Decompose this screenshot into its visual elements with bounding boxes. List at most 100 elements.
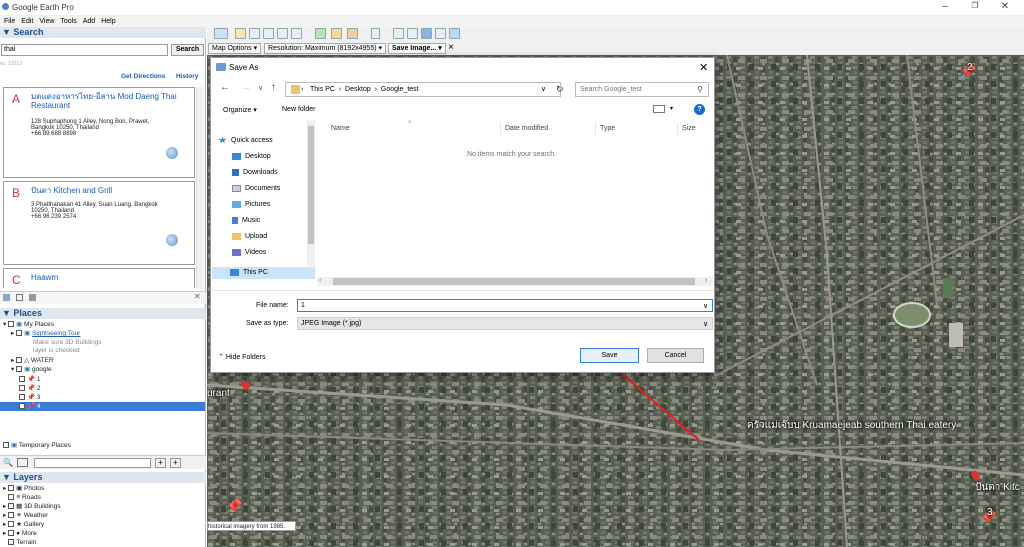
result-name[interactable]: มดแดงอาหารไทย-อีสาน Mod Daeng Thai Resta… — [31, 92, 191, 110]
nav-music[interactable]: Music — [232, 215, 260, 227]
column-size[interactable]: Size — [682, 125, 696, 132]
result-name[interactable]: Haawm — [31, 273, 191, 282]
tree-item[interactable]: ▣ Temporary Places — [3, 441, 71, 450]
dialog-search-input[interactable]: Search Google_test — [575, 82, 709, 97]
tree-item[interactable]: 📌 1 — [19, 375, 41, 384]
placemark-icon[interactable] — [235, 28, 246, 39]
breadcrumb-desktop[interactable]: Desktop — [345, 86, 371, 93]
search-button[interactable]: Search — [171, 44, 204, 56]
nav-desktop[interactable]: Desktop — [232, 151, 271, 163]
save-image-button[interactable]: Save Image... ▾ — [388, 43, 446, 54]
tree-item[interactable]: ▸ ▣ Sightseeing Tour — [11, 329, 80, 338]
places-search-input[interactable] — [34, 458, 151, 468]
places-panel-header[interactable]: ▼ Places — [0, 308, 206, 319]
place-label[interactable]: ปันตา Kitc — [975, 480, 1020, 495]
organize-button[interactable]: Organize ▾ — [223, 106, 257, 114]
tree-item[interactable]: ▾ ▣ google — [11, 365, 52, 374]
place-label[interactable]: urant — [207, 388, 230, 399]
layer-item[interactable]: ▸ ☀ Weather — [3, 511, 48, 520]
cancel-button[interactable]: Cancel — [647, 348, 704, 363]
search-result-card[interactable]: B ปันตา Kitchen and Grill 3 Phatthanakan… — [3, 181, 195, 265]
search-input[interactable]: thai — [1, 44, 168, 56]
result-name[interactable]: ปันตา Kitchen and Grill — [31, 186, 191, 195]
save-as-type-dropdown-icon[interactable]: ∨ — [703, 320, 708, 328]
history-link[interactable]: History — [176, 73, 198, 80]
close-icon[interactable]: ✕ — [990, 1, 1020, 12]
sidebar-toggle-icon[interactable] — [214, 28, 228, 39]
resolution-dropdown[interactable]: Resolution: Maximum (8192x4955) ▾ — [264, 43, 387, 54]
search-icon[interactable]: 🔍 — [3, 458, 13, 467]
column-type[interactable]: Type — [600, 125, 615, 132]
nav-upload[interactable]: Upload — [232, 231, 267, 243]
place-label[interactable]: ครัวแม่เจ๊บบ Kruamaejeab southern Thai e… — [747, 418, 956, 433]
layer-item[interactable]: ≡ Roads — [3, 493, 41, 502]
minimize-icon[interactable]: – — [930, 1, 960, 12]
menu-help[interactable]: Help — [101, 18, 115, 25]
save-as-type-dropdown[interactable]: JPEG Image (*.jpg) — [297, 317, 713, 330]
path-icon[interactable] — [263, 28, 274, 39]
print-icon[interactable] — [29, 294, 36, 301]
clear-results-icon[interactable]: ✕ — [194, 292, 201, 301]
search-result-card[interactable]: C Haawm — [3, 268, 195, 288]
nav-this-pc[interactable]: This PC — [212, 267, 315, 279]
refresh-icon[interactable]: ↻ — [556, 84, 564, 95]
hide-folders-button[interactable]: ⌃ Hide Folders — [218, 353, 266, 361]
breadcrumb-this-pc[interactable]: This PC — [310, 86, 335, 93]
breadcrumb-google-test[interactable]: Google_test — [381, 86, 419, 93]
add-icon[interactable]: + — [170, 458, 181, 468]
recent-dropdown-icon[interactable]: ∨ — [258, 84, 263, 92]
column-date-modified[interactable]: Date modified — [505, 125, 548, 132]
view-options-icon[interactable] — [653, 105, 665, 113]
dialog-close-icon[interactable]: ✕ — [699, 61, 708, 74]
file-name-dropdown-icon[interactable]: ∨ — [703, 302, 708, 310]
menu-file[interactable]: File — [4, 18, 15, 25]
pushpin-icon[interactable]: 📌 — [225, 498, 242, 515]
nav-quick-access[interactable]: Quick access — [218, 135, 273, 147]
planets-icon[interactable] — [347, 28, 358, 39]
view-dropdown-icon[interactable]: ▾ — [670, 105, 673, 112]
tree-item-selected[interactable]: 📌 4 — [0, 402, 205, 411]
toggle-panel-icon[interactable] — [17, 458, 28, 467]
search-panel-header[interactable]: ▼ Search — [0, 27, 206, 38]
tree-item[interactable]: ▾ ▣ My Places — [3, 320, 54, 329]
nav-scrollbar[interactable] — [307, 120, 315, 268]
search-result-card[interactable]: A มดแดงอาหารไทย-อีสาน Mod Daeng Thai Res… — [3, 87, 195, 178]
next-icon[interactable]: + — [155, 458, 166, 468]
earth-icon[interactable] — [449, 28, 460, 39]
ruler-icon[interactable] — [371, 28, 380, 39]
historical-imagery-icon[interactable] — [315, 28, 326, 39]
view-in-maps-icon[interactable] — [435, 28, 446, 39]
folder-icon[interactable] — [3, 294, 10, 301]
menu-view[interactable]: View — [39, 18, 54, 25]
menu-edit[interactable]: Edit — [21, 18, 33, 25]
nav-videos[interactable]: Videos — [232, 247, 266, 259]
up-arrow-icon[interactable]: ↑ — [271, 82, 276, 93]
column-name[interactable]: Name — [331, 125, 350, 132]
record-tour-icon[interactable] — [291, 28, 302, 39]
menu-tools[interactable]: Tools — [60, 18, 76, 25]
globe-icon[interactable] — [166, 147, 178, 159]
tree-item[interactable]: 📌 3 — [19, 393, 41, 402]
print-icon[interactable] — [407, 28, 418, 39]
menu-add[interactable]: Add — [83, 18, 95, 25]
file-list-scrollbar[interactable]: ‹ › — [317, 277, 713, 286]
globe-icon[interactable] — [166, 234, 178, 246]
back-arrow-icon[interactable]: ← — [220, 82, 230, 93]
layer-item[interactable]: ▸ ▦ 3D Buildings — [3, 502, 61, 511]
get-directions-link[interactable]: Get Directions — [121, 73, 165, 80]
address-bar[interactable]: › This PC › Desktop › Google_test ∨ — [285, 82, 561, 97]
nav-pictures[interactable]: Pictures — [232, 199, 270, 211]
tree-item[interactable]: 📌 2 — [19, 384, 41, 393]
layer-item[interactable]: Terrain — [3, 538, 36, 547]
layers-panel-header[interactable]: ▼ Layers — [0, 472, 206, 483]
overlay-icon[interactable] — [277, 28, 288, 39]
sunlight-icon[interactable] — [331, 28, 342, 39]
map-options-button[interactable]: Map Options ▾ — [208, 43, 262, 54]
address-dropdown-icon[interactable]: ∨ — [541, 83, 546, 96]
layer-item[interactable]: ▸ ● More — [3, 529, 37, 538]
help-icon[interactable]: ? — [694, 104, 705, 115]
close-options-icon[interactable]: × — [448, 42, 454, 53]
new-folder-button[interactable]: New folder — [282, 106, 315, 113]
file-name-input[interactable]: 1 — [297, 299, 713, 312]
save-button[interactable]: Save — [580, 348, 639, 363]
